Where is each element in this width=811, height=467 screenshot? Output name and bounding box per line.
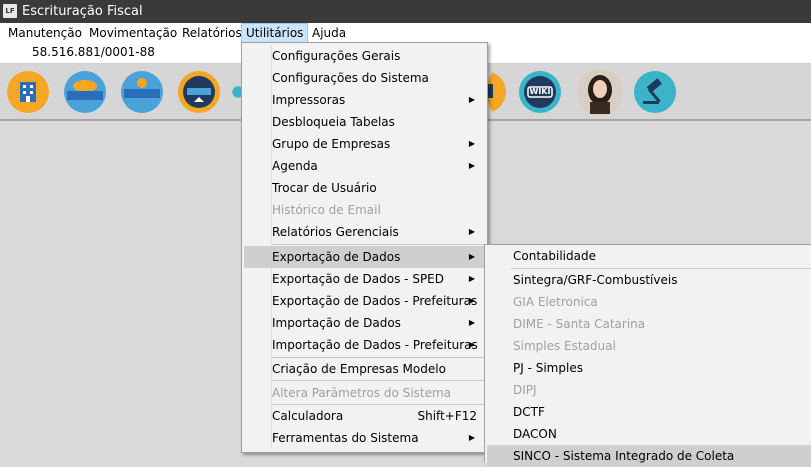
title-bar: LF Escrituração Fiscal <box>0 0 811 23</box>
app-logo-icon: LF <box>3 4 17 18</box>
menu-item-altera-parametros: Altera Parâmetros do Sistema <box>244 382 485 404</box>
submenu-item-dacon[interactable]: DACON <box>487 423 811 445</box>
submenu-item-dipj: DIPJ <box>513 383 537 397</box>
submenu-item-simples-estadual: Simples Estadual <box>513 339 616 353</box>
menu-separator <box>272 244 484 245</box>
icms-ipi-icon[interactable] <box>120 70 164 114</box>
menu-item-label: Configurações do Sistema <box>272 71 429 85</box>
menu-item-desbloqueia-tabelas[interactable]: Desbloqueia Tabelas <box>244 111 485 133</box>
menu-item-label: Agenda <box>272 159 318 173</box>
menu-item-label: Exportação de Dados <box>272 250 401 264</box>
submenu-arrow-icon: ▶ <box>468 296 475 305</box>
utilitarios-dropdown: Configurações Gerais Configurações do Si… <box>241 42 488 453</box>
menu-item-grupo-empresas[interactable]: Grupo de Empresas ▶ <box>244 133 485 155</box>
gavel-icon[interactable] <box>633 70 677 114</box>
submenu-arrow-icon: ▶ <box>468 252 475 261</box>
menu-item-label: Calculadora <box>272 409 344 423</box>
menu-item-label: Importação de Dados - Prefeituras <box>272 338 478 352</box>
menu-item-criacao-empresas-modelo[interactable]: Criação de Empresas Modelo <box>244 358 485 380</box>
sped-contribuicoes-icon[interactable] <box>63 70 107 114</box>
avatar-assistant-icon[interactable] <box>575 68 625 116</box>
submenu-item-sinco[interactable]: SINCO - Sistema Integrado de Coleta <box>487 445 811 467</box>
menu-item-label: Ferramentas do Sistema <box>272 431 419 445</box>
partial-download-icon <box>487 70 507 114</box>
menu-item-label: Histórico de Email <box>272 203 381 217</box>
menu-item-label: Criação de Empresas Modelo <box>272 362 446 376</box>
menu-item-historico-email: Histórico de Email <box>244 199 485 221</box>
submenu-item-dctf[interactable]: DCTF <box>487 401 811 423</box>
wiki-icon-label: WIKI <box>529 87 551 96</box>
menu-item-exportacao-dados-sped[interactable]: Exportação de Dados - SPED ▶ <box>244 268 485 290</box>
submenu-arrow-icon: ▶ <box>468 95 475 104</box>
submenu-arrow-icon: ▶ <box>468 340 475 349</box>
menu-item-label: Exportação de Dados - SPED <box>272 272 444 286</box>
company-cnpj: 58.516.881/0001-88 <box>32 45 155 59</box>
submenu-item-sintegra[interactable]: Sintegra/GRF-Combustíveis <box>487 269 811 291</box>
menu-item-importacao-dados[interactable]: Importação de Dados ▶ <box>244 312 485 334</box>
exportacao-dados-submenu: Contabilidade Sintegra/GRF-Combustíveis … <box>484 244 811 467</box>
wiki-icon[interactable]: WIKI <box>518 70 562 114</box>
submenu-item-dime: DIME - Santa Catarina <box>513 317 646 331</box>
menu-item-trocar-usuario[interactable]: Trocar de Usuário <box>244 177 485 199</box>
menu-item-label: Impressoras <box>272 93 346 107</box>
menu-item-impressoras[interactable]: Impressoras ▶ <box>244 89 485 111</box>
menu-bar: Manutenção Movimentação Relatórios Utili… <box>0 23 811 43</box>
menu-item-label: Grupo de Empresas <box>272 137 391 151</box>
submenu-arrow-icon: ▶ <box>468 318 475 327</box>
building-icon[interactable] <box>6 70 50 114</box>
menu-utilitarios[interactable]: Utilitários <box>241 23 309 43</box>
menu-item-ferramentas-sistema[interactable]: Ferramentas do Sistema ▶ <box>244 427 485 449</box>
menu-item-label: Configurações Gerais <box>272 49 401 63</box>
menu-item-agenda[interactable]: Agenda ▶ <box>244 155 485 177</box>
menu-item-label: Exportação de Dados - Prefeituras <box>272 294 478 308</box>
calculadora-shortcut: Shift+F12 <box>417 409 477 423</box>
menu-item-importacao-dados-prefeituras[interactable]: Importação de Dados - Prefeituras ▶ <box>244 334 485 356</box>
submenu-item-contabilidade[interactable]: Contabilidade <box>487 245 811 267</box>
submenu-item-pj-simples[interactable]: PJ - Simples <box>487 357 811 379</box>
menu-item-relatorios-gerenciais[interactable]: Relatórios Gerenciais ▶ <box>244 221 485 243</box>
menu-item-label: Altera Parâmetros do Sistema <box>272 386 452 400</box>
menu-item-calculadora[interactable]: Calculadora Shift+F12 <box>244 405 485 427</box>
menu-item-exportacao-dados-prefeituras[interactable]: Exportação de Dados - Prefeituras ▶ <box>244 290 485 312</box>
menu-item-label: Importação de Dados <box>272 316 401 330</box>
menu-item-exportacao-dados[interactable]: Exportação de Dados ▶ <box>244 246 485 268</box>
submenu-item-gia-eletronica: GIA Eletronica <box>513 295 598 309</box>
menu-item-configuracoes-gerais[interactable]: Configurações Gerais <box>244 45 485 67</box>
window-title: Escrituração Fiscal <box>22 4 143 19</box>
menu-ajuda[interactable]: Ajuda <box>308 23 350 43</box>
menu-item-label: Trocar de Usuário <box>272 181 377 195</box>
menu-item-label: Desbloqueia Tabelas <box>272 115 395 129</box>
submenu-arrow-icon: ▶ <box>468 161 475 170</box>
submenu-arrow-icon: ▶ <box>468 274 475 283</box>
xml-download-icon[interactable] <box>177 70 221 114</box>
menu-movimentacao[interactable]: Movimentação <box>85 23 181 43</box>
menu-item-configuracoes-sistema[interactable]: Configurações do Sistema <box>244 67 485 89</box>
submenu-arrow-icon: ▶ <box>468 139 475 148</box>
menu-relatorios[interactable]: Relatórios <box>178 23 246 43</box>
menu-separator <box>272 380 484 381</box>
submenu-arrow-icon: ▶ <box>468 433 475 442</box>
menu-manutencao[interactable]: Manutenção <box>4 23 86 43</box>
menu-item-label: Relatórios Gerenciais <box>272 225 399 239</box>
submenu-arrow-icon: ▶ <box>468 227 475 236</box>
